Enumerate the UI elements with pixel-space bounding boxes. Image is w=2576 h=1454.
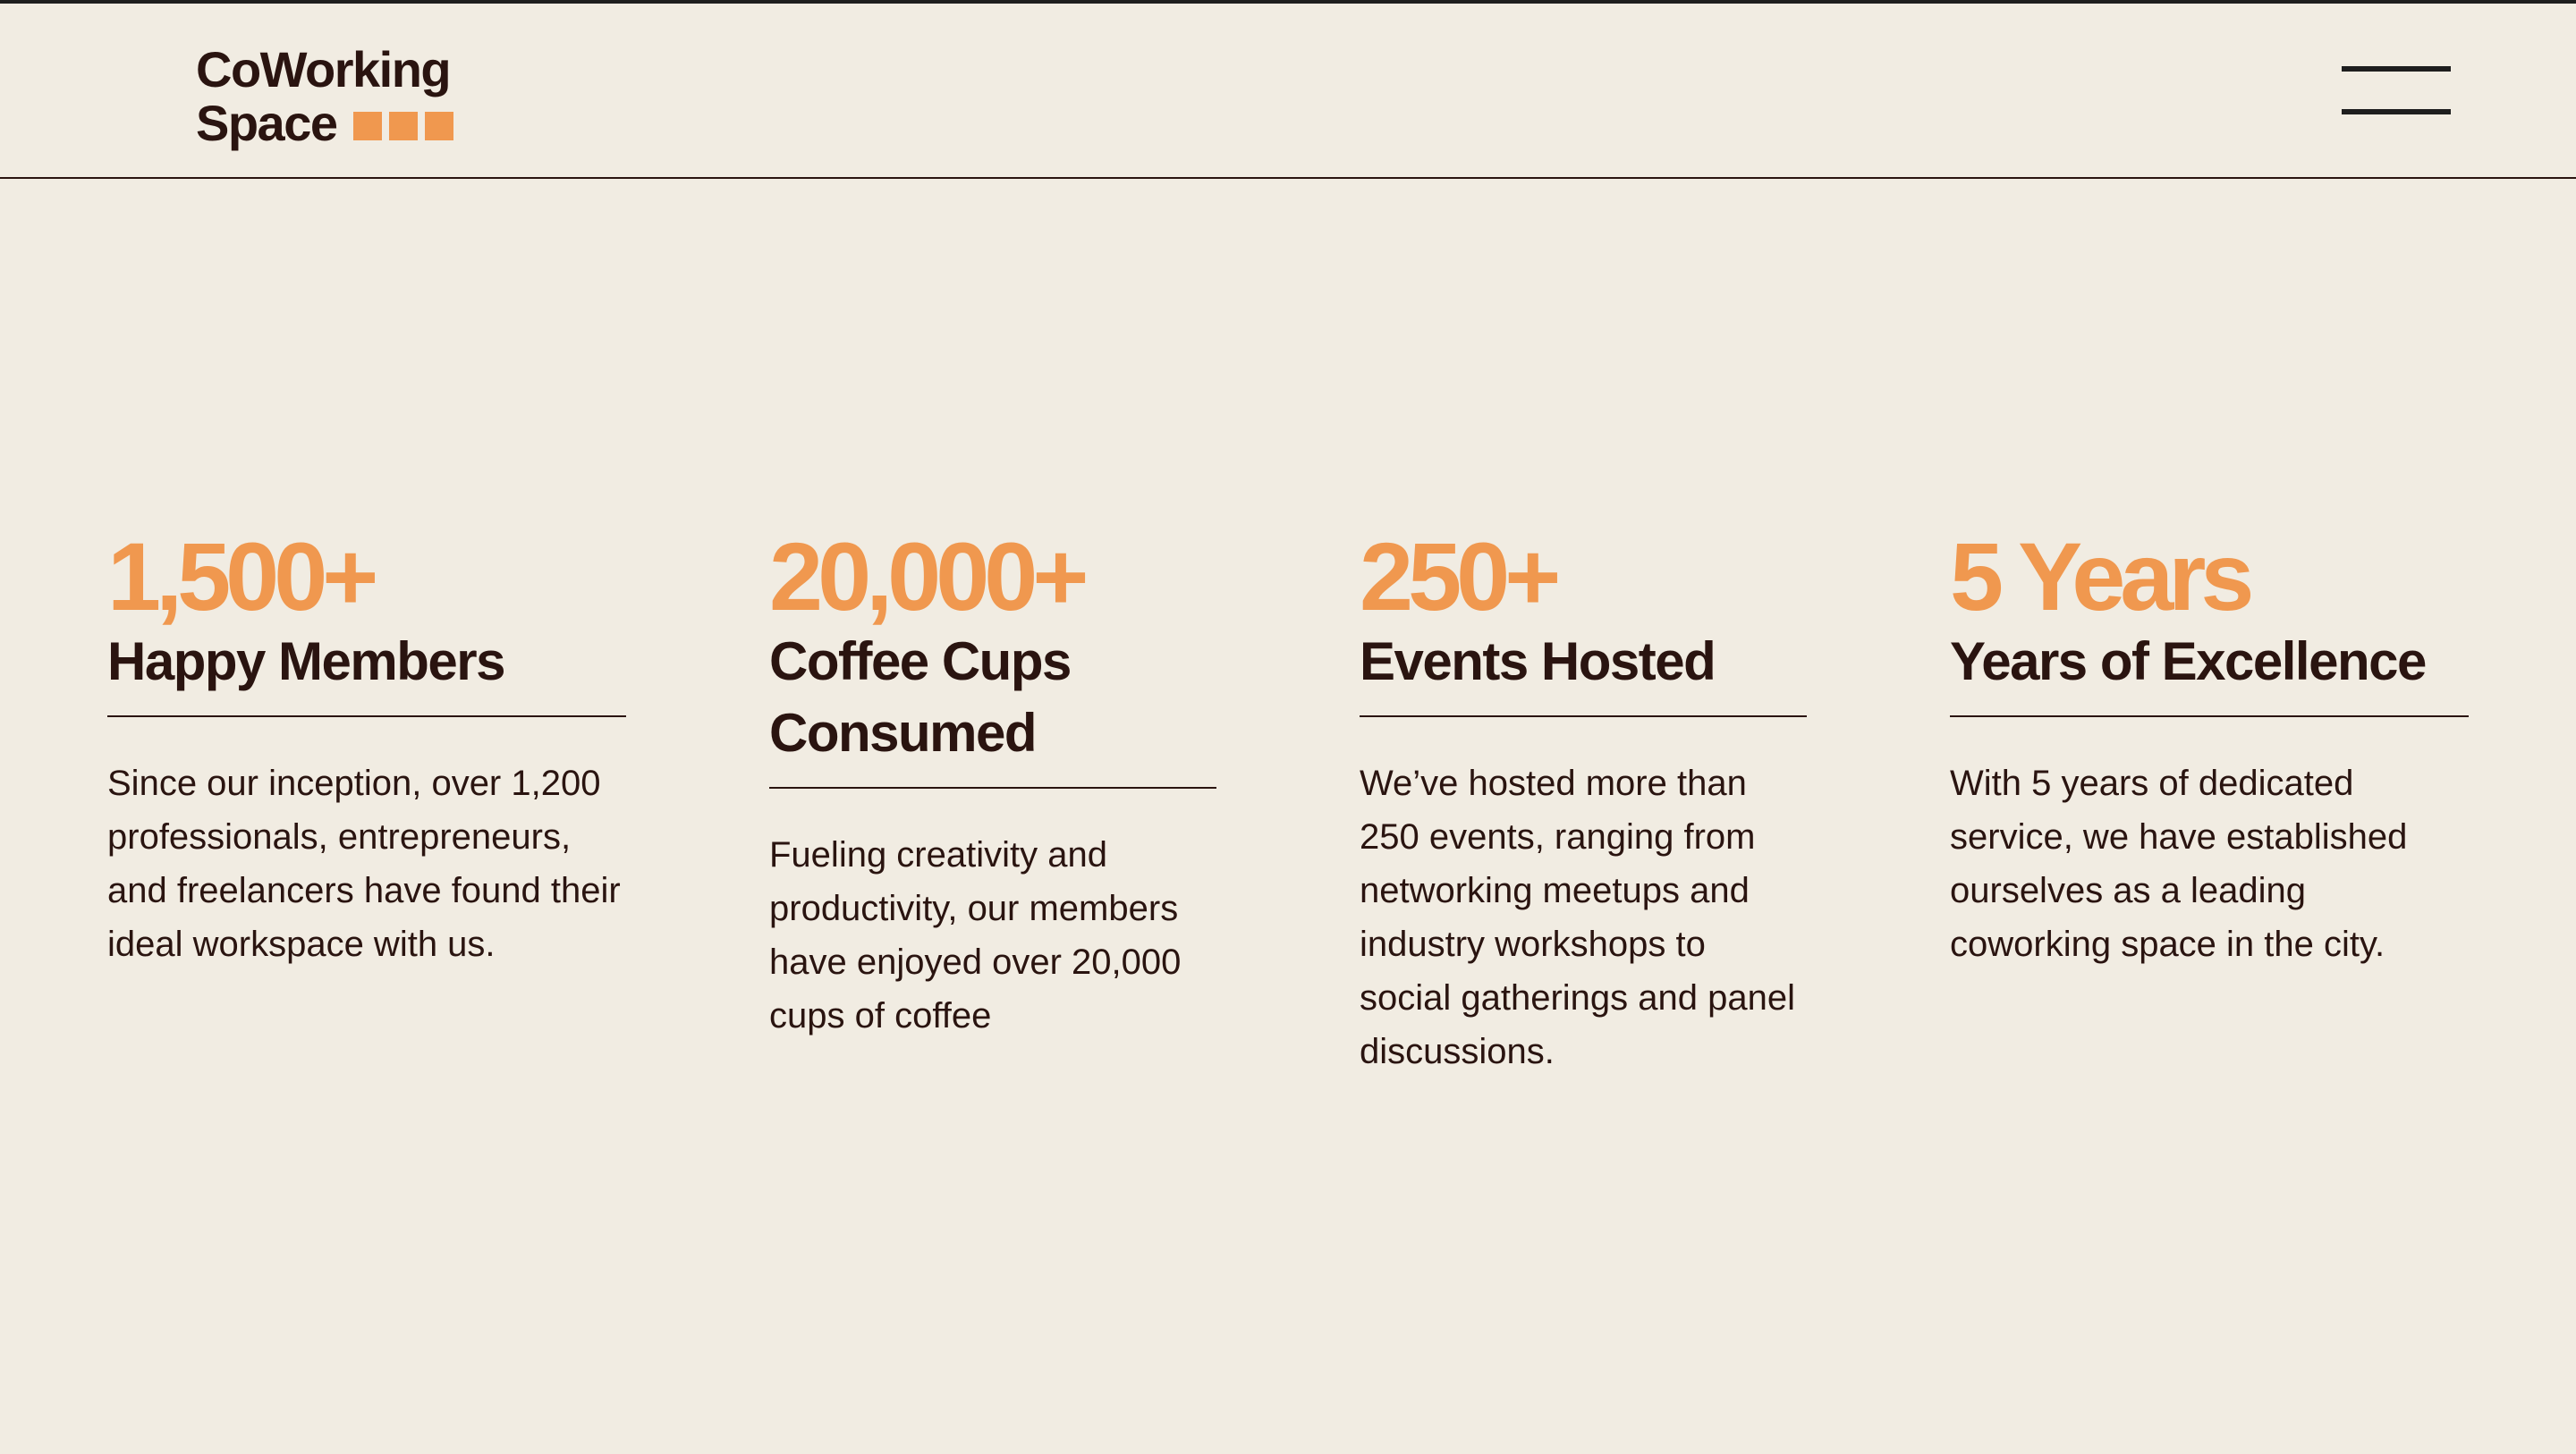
logo-text-line2: Space xyxy=(196,95,338,151)
logo-text-line1: CoWorking xyxy=(196,41,452,97)
logo-squares-icon xyxy=(352,112,453,140)
stat-card-coffee: 20,000+ Coffee Cups Consumed Fueling cre… xyxy=(769,528,1216,1043)
logo-square xyxy=(352,112,382,140)
stat-divider xyxy=(107,715,626,717)
stat-title: Happy Members xyxy=(107,631,505,691)
stat-card-events: 250+ Events Hosted We’ve hosted more tha… xyxy=(1360,528,1807,1078)
stat-divider xyxy=(769,787,1216,789)
hamburger-menu-icon[interactable] xyxy=(2342,63,2451,118)
stat-divider xyxy=(1360,715,1807,717)
stat-number: 1,500+ xyxy=(107,522,378,630)
stat-card-years: 5 Years Years of Excellence With 5 years… xyxy=(1950,528,2469,971)
site-header: CoWorking Space xyxy=(0,4,2576,179)
stat-title: Events Hosted xyxy=(1360,631,1716,691)
menu-bar-bottom xyxy=(2342,109,2451,114)
stat-number: 20,000+ xyxy=(769,522,1089,630)
stat-title: Coffee Cups Consumed xyxy=(769,631,1072,763)
logo-square xyxy=(388,112,418,140)
stat-divider xyxy=(1950,715,2469,717)
menu-bar-top xyxy=(2342,66,2451,72)
site-logo[interactable]: CoWorking Space xyxy=(196,45,464,148)
stat-card-members: 1,500+ Happy Members Since our inception… xyxy=(107,528,626,971)
stat-title: Years of Excellence xyxy=(1950,631,2427,691)
logo-square xyxy=(424,112,453,140)
stat-description: Since our inception, over 1,200 professi… xyxy=(107,764,621,964)
stat-description: With 5 years of dedicated service, we ha… xyxy=(1950,764,2408,964)
stat-number: 5 Years xyxy=(1950,522,2254,630)
stat-description: Fueling creativity and productivity, our… xyxy=(769,835,1182,1036)
stat-description: We’ve hosted more than 250 events, rangi… xyxy=(1360,764,1796,1071)
stat-number: 250+ xyxy=(1360,522,1561,630)
